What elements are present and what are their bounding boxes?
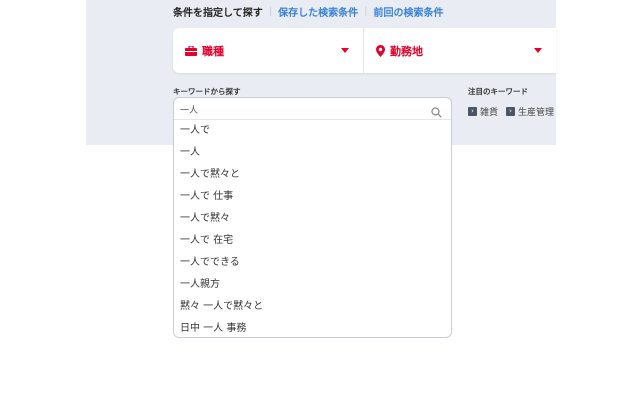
hot-keyword-item[interactable]: › 生産管理 (506, 105, 554, 118)
hot-keywords-label: 注目のキーワード (468, 87, 528, 96)
chevron-down-icon (341, 48, 349, 53)
keyword-search-box: 一人で 一人 一人で黙々と 一人で 仕事 一人で黙々 一人で 在宅 一人でできる… (173, 97, 452, 338)
hot-keyword-item[interactable]: › 雑貨 (468, 105, 498, 118)
criteria-bar: 職種 勤務地 (173, 28, 556, 73)
previous-conditions-link[interactable]: 前回の検索条件 (373, 4, 443, 19)
hot-keywords-list: › 雑貨 › 生産管理 (468, 105, 562, 118)
header-divider: | (268, 5, 273, 17)
header-divider: | (364, 5, 368, 17)
hot-keyword-label: 雑貨 (480, 108, 499, 118)
search-header: 条件を指定して探す | 保存した検索条件 | 前回の検索条件 (173, 3, 443, 19)
suggestion-item[interactable]: 黙々 一人で黙々と (174, 296, 451, 318)
briefcase-icon (185, 45, 197, 56)
suggestion-item[interactable]: 一人親方 (174, 274, 451, 296)
suggestion-item[interactable]: 日中 一人 事務 (174, 318, 451, 340)
map-pin-icon (376, 44, 385, 57)
keyword-search-label: キーワードから探す (173, 87, 241, 96)
chevron-right-icon: › (468, 107, 477, 116)
suggestion-item[interactable]: 一人で黙々 (174, 208, 451, 230)
chevron-right-icon: › (506, 107, 516, 116)
location-selector[interactable]: 勤務地 (364, 28, 556, 73)
suggestion-item[interactable]: 一人で 在宅 (174, 230, 451, 252)
suggestion-item[interactable]: 一人 (174, 142, 451, 164)
suggestion-item[interactable]: 一人で黙々と (174, 164, 451, 186)
suggestion-list: 一人で 一人 一人で黙々と 一人で 仕事 一人で黙々 一人で 在宅 一人でできる… (174, 120, 451, 340)
location-label: 勤務地 (390, 44, 423, 58)
suggestion-item[interactable]: 一人で 仕事 (174, 186, 451, 208)
keyword-search-input[interactable] (180, 101, 420, 117)
chevron-down-icon (534, 48, 542, 53)
job-type-label: 職種 (202, 44, 224, 58)
search-title: 条件を指定して探す (173, 7, 263, 19)
suggestion-item[interactable]: 一人で (174, 120, 451, 142)
suggestion-item[interactable]: 一人でできる (174, 252, 451, 274)
saved-conditions-link[interactable]: 保存した検索条件 (278, 4, 358, 19)
job-type-selector[interactable]: 職種 (173, 28, 364, 73)
hot-keyword-label: 生産管理 (518, 108, 555, 118)
